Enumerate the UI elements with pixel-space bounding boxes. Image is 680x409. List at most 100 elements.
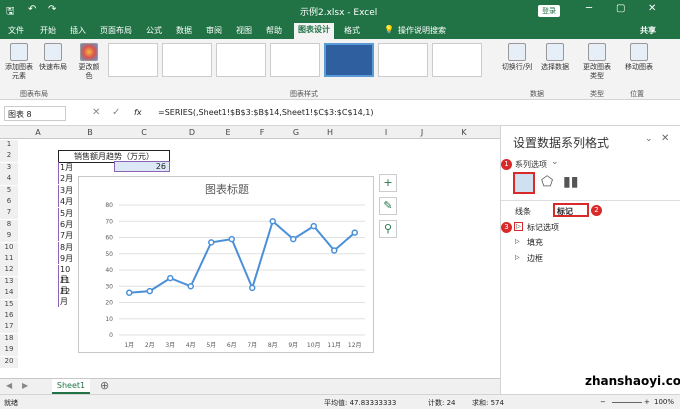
data-point[interactable] xyxy=(269,218,276,225)
month-cell[interactable]: 2月 xyxy=(58,173,78,185)
expand-border-icon[interactable]: ▷ xyxy=(515,254,520,261)
prev-sheet-icon[interactable]: ◀ xyxy=(6,381,12,390)
col-f[interactable]: F xyxy=(252,128,272,137)
zoom-out-icon[interactable]: − xyxy=(600,398,606,406)
row-9[interactable]: 9 xyxy=(0,231,18,243)
chart-style-5[interactable] xyxy=(324,43,374,77)
zoom-level[interactable]: 100% xyxy=(654,398,674,406)
chart-style-7[interactable] xyxy=(432,43,482,77)
col-d[interactable]: D xyxy=(182,128,202,137)
row-3[interactable]: 3 xyxy=(0,162,18,174)
fill-line-paint-bucket-icon[interactable] xyxy=(513,172,535,194)
marker-tab[interactable]: 标记 xyxy=(553,203,589,217)
month-cell[interactable]: 1月 xyxy=(58,162,78,173)
row-20[interactable]: 20 xyxy=(0,356,18,368)
add-chart-element-button[interactable]: 添加图表元素 xyxy=(4,43,34,81)
change-colors-button[interactable]: 更改颜色 xyxy=(76,43,102,81)
confirm-icon[interactable]: ✓ xyxy=(112,107,120,118)
row-14[interactable]: 14 xyxy=(0,288,18,300)
tab-view[interactable]: 视图 xyxy=(236,25,252,36)
col-c[interactable]: C xyxy=(134,128,154,137)
data-point[interactable] xyxy=(310,222,317,230)
tab-format[interactable]: 格式 xyxy=(344,25,360,36)
data-point[interactable] xyxy=(331,247,338,254)
move-chart-button[interactable]: 移动图表 xyxy=(622,43,656,72)
share-button[interactable]: 共享 xyxy=(640,25,656,36)
month-cell[interactable]: 9月 xyxy=(58,253,78,265)
chart-style-3[interactable] xyxy=(216,43,266,77)
data-point[interactable] xyxy=(126,289,133,296)
month-cell[interactable]: 12月 xyxy=(58,287,78,308)
login-button[interactable]: 登录 xyxy=(538,5,560,17)
col-j[interactable]: J xyxy=(412,128,432,137)
tab-data[interactable]: 数据 xyxy=(176,25,192,36)
formula-input[interactable]: =SERIES(,Sheet1!$B$3:$B$14,Sheet1!$C$3:$… xyxy=(158,108,374,117)
chart-style-1[interactable] xyxy=(108,43,158,77)
row-4[interactable]: 4 xyxy=(0,174,18,186)
data-point[interactable] xyxy=(187,283,194,290)
row-10[interactable]: 10 xyxy=(0,242,18,254)
cancel-icon[interactable]: ✕ xyxy=(92,107,100,118)
series-options-bar-icon[interactable]: ▮▮ xyxy=(563,174,578,190)
data-point[interactable] xyxy=(228,235,235,243)
row-2[interactable]: 2 xyxy=(0,151,18,163)
row-18[interactable]: 18 xyxy=(0,333,18,345)
switch-row-col-button[interactable]: 切换行/列 xyxy=(500,43,534,72)
month-cell[interactable]: 6月 xyxy=(58,219,78,230)
chart-styles-brush-icon[interactable]: ✎ xyxy=(379,197,397,215)
restore-icon[interactable]: ▢ xyxy=(616,3,625,14)
row-11[interactable]: 11 xyxy=(0,254,18,265)
chart-filter-icon[interactable]: ⚲ xyxy=(379,220,397,238)
row-1[interactable]: 1 xyxy=(0,140,18,151)
undo-icon[interactable]: ↶ xyxy=(28,4,36,15)
row-12[interactable]: 12 xyxy=(0,265,18,277)
tab-formulas[interactable]: 公式 xyxy=(146,25,162,36)
pane-dropdown-icon[interactable]: ⌄ xyxy=(645,134,653,144)
effects-pentagon-icon[interactable]: ⬠ xyxy=(541,174,553,190)
chart-style-2[interactable] xyxy=(162,43,212,77)
expand-fill-icon[interactable]: ▷ xyxy=(515,238,520,245)
series-line[interactable] xyxy=(129,219,356,294)
zoom-slider[interactable] xyxy=(612,402,642,403)
row-17[interactable]: 17 xyxy=(0,322,18,334)
add-sheet-icon[interactable]: ⊕ xyxy=(100,379,109,392)
row-16[interactable]: 16 xyxy=(0,311,18,322)
row-5[interactable]: 5 xyxy=(0,185,18,197)
row-19[interactable]: 19 xyxy=(0,345,18,357)
col-a[interactable]: A xyxy=(28,128,48,137)
month-cell[interactable]: 8月 xyxy=(58,241,78,253)
data-point[interactable] xyxy=(146,287,153,295)
border-section[interactable]: 边框 xyxy=(527,253,543,264)
row-13[interactable]: 13 xyxy=(0,276,18,288)
fx-icon[interactable]: fx xyxy=(134,108,142,117)
tab-chart-design[interactable]: 图表设计 xyxy=(294,23,334,39)
change-chart-type-button[interactable]: 更改图表类型 xyxy=(582,43,612,81)
series-options-dropdown[interactable]: 系列选项 xyxy=(515,159,547,170)
expand-marker-options-icon[interactable]: ▷ xyxy=(514,222,523,231)
data-point[interactable] xyxy=(167,274,174,282)
data-point[interactable] xyxy=(208,239,215,246)
row-6[interactable]: 6 xyxy=(0,197,18,208)
tell-me-search[interactable]: 操作说明搜索 xyxy=(398,25,446,36)
col-g[interactable]: G xyxy=(286,128,306,137)
tab-insert[interactable]: 插入 xyxy=(70,25,86,36)
chart-elements-plus-icon[interactable]: + xyxy=(379,174,397,192)
col-h[interactable]: H xyxy=(320,128,340,137)
chart-style-6[interactable] xyxy=(378,43,428,77)
series-options-chevron-icon[interactable]: ⌄ xyxy=(551,157,559,167)
tab-file[interactable]: 文件 xyxy=(8,25,24,36)
chart-area[interactable]: 图表标题 0 10 20 30 40 50 60 70 80 1月 2月 3月 4月 5月 6月 7月 8月 9月… xyxy=(78,176,374,353)
row-7[interactable]: 7 xyxy=(0,208,18,220)
data-point[interactable] xyxy=(249,284,256,292)
col-i[interactable]: I xyxy=(376,128,396,137)
close-icon[interactable]: ✕ xyxy=(648,3,656,14)
quick-layout-button[interactable]: 快速布局 xyxy=(38,43,68,72)
zoom-in-icon[interactable]: + xyxy=(644,398,650,406)
sheet-tab-sheet1[interactable]: Sheet1 xyxy=(52,379,90,394)
month-cell[interactable]: 7月 xyxy=(58,230,78,242)
col-e[interactable]: E xyxy=(218,128,238,137)
month-cell[interactable]: 3月 xyxy=(58,184,78,196)
marker-options-section[interactable]: 标记选项 xyxy=(527,222,559,233)
row-8[interactable]: 8 xyxy=(0,219,18,231)
pane-close-icon[interactable]: ✕ xyxy=(661,133,669,144)
